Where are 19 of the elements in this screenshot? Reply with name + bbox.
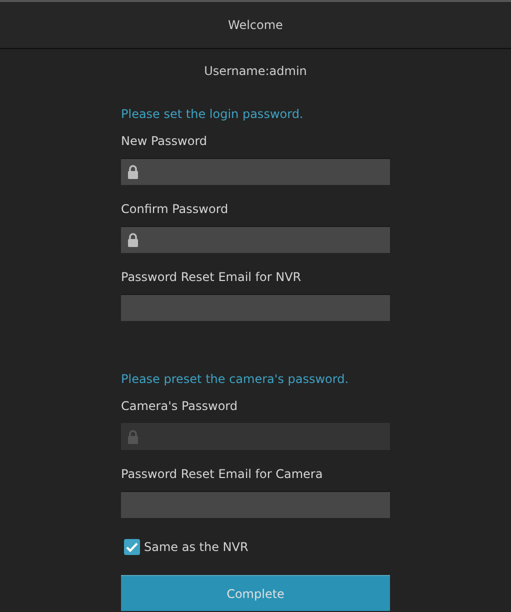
checkbox-label: Same as the NVR <box>144 540 248 554</box>
window-title: Welcome <box>228 18 283 32</box>
password-field[interactable] <box>121 226 390 253</box>
lock-icon <box>127 165 139 179</box>
password-field[interactable] <box>121 158 390 185</box>
lock-icon <box>127 233 139 247</box>
field-label: Password Reset Email for Camera <box>121 467 324 482</box>
field-label: Confirm Password <box>121 202 230 217</box>
checkbox[interactable] <box>124 539 140 555</box>
complete-button[interactable]: Complete <box>121 575 390 611</box>
section-heading: Please preset the camera's password. <box>121 372 350 387</box>
field-label: Password Reset Email for NVR <box>121 270 302 285</box>
lock-icon <box>127 430 139 444</box>
section-heading: Please set the login password. <box>121 107 304 122</box>
email-field[interactable] <box>121 294 390 321</box>
username-label: Username:admin <box>204 64 307 78</box>
field-label: Camera's Password <box>121 399 239 414</box>
field-label: New Password <box>121 134 208 149</box>
email-field[interactable] <box>121 491 390 518</box>
